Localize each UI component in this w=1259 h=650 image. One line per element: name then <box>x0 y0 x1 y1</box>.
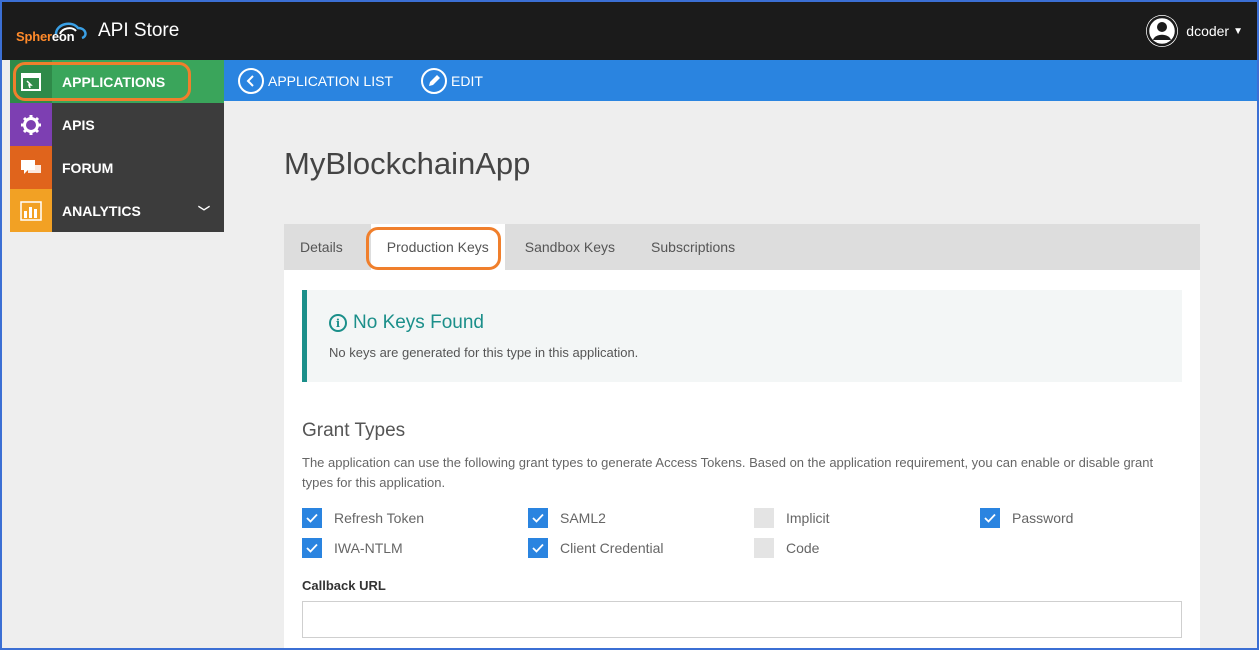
grant-refresh-token[interactable]: Refresh Token <box>302 508 528 528</box>
callback-url-label: Callback URL <box>302 578 386 593</box>
grant-saml2[interactable]: SAML2 <box>528 508 754 528</box>
application-list-button[interactable]: APPLICATION LIST <box>238 67 393 94</box>
sidebar-item-forum[interactable]: FORUM <box>10 146 224 189</box>
tab-sandbox-keys[interactable]: Sandbox Keys <box>525 239 615 255</box>
user-name: dcoder <box>1186 23 1230 39</box>
grant-types-heading: Grant Types <box>302 420 406 441</box>
site-title: API Store <box>98 20 180 41</box>
grant-types-row-2: IWA-NTLM Client Credential Code <box>302 538 980 558</box>
checkbox-checked-icon[interactable] <box>528 508 548 528</box>
chevron-down-icon: ﹀ <box>197 205 210 219</box>
user-avatar-icon <box>1146 15 1179 47</box>
bar-chart-icon <box>10 189 52 232</box>
sidebar: APPLICATIONS APIS FORUM ANALYTICS ﹀ <box>10 60 224 232</box>
notice-title: i No Keys Found <box>329 312 484 334</box>
sphereon-logo: Sphereon <box>16 16 90 46</box>
grant-label: IWA-NTLM <box>334 540 403 556</box>
top-navbar: Sphereon API Store dcoder ▼ <box>2 2 1257 60</box>
edit-button[interactable]: EDIT <box>421 67 483 94</box>
sidebar-item-label: APIS <box>62 116 95 133</box>
notice-title-text: No Keys Found <box>353 312 484 333</box>
grant-client-credential[interactable]: Client Credential <box>528 538 754 558</box>
grant-implicit[interactable]: Implicit <box>754 508 980 528</box>
chat-bubble-icon <box>10 146 52 189</box>
user-menu[interactable]: dcoder ▼ <box>1146 14 1243 48</box>
sidebar-item-apis[interactable]: APIS <box>10 103 224 146</box>
page-title: MyBlockchainApp <box>284 146 531 181</box>
checkbox-checked-icon[interactable] <box>302 538 322 558</box>
sidebar-item-applications[interactable]: APPLICATIONS <box>10 60 224 103</box>
no-keys-notice: i No Keys Found No keys are generated fo… <box>302 290 1182 382</box>
sidebar-item-analytics[interactable]: ANALYTICS ﹀ <box>10 189 224 232</box>
brand[interactable]: Sphereon API Store <box>16 14 179 48</box>
grant-label: Implicit <box>786 510 830 526</box>
application-panel: Details Production Keys Sandbox Keys Sub… <box>284 224 1200 648</box>
grant-label: Code <box>786 540 820 556</box>
callback-url-input[interactable] <box>302 601 1182 638</box>
tab-bar: Details Production Keys Sandbox Keys Sub… <box>284 224 1200 270</box>
checkbox-checked-icon[interactable] <box>302 508 322 528</box>
application-window-icon <box>10 60 52 103</box>
caret-down-icon: ▼ <box>1233 25 1243 37</box>
application-list-label: APPLICATION LIST <box>268 72 393 89</box>
checkbox-unchecked-icon[interactable] <box>754 538 774 558</box>
sidebar-item-label: APPLICATIONS <box>62 73 166 90</box>
tab-production-keys[interactable]: Production Keys <box>370 224 505 270</box>
api-gear-icon <box>10 103 52 146</box>
action-bar: APPLICATION LIST EDIT <box>224 60 1257 101</box>
grant-label: SAML2 <box>560 510 606 526</box>
grant-types-row-1: Refresh Token SAML2 Implicit Password <box>302 508 1206 528</box>
grant-password[interactable]: Password <box>980 508 1206 528</box>
checkbox-checked-icon[interactable] <box>980 508 1000 528</box>
tab-subscriptions[interactable]: Subscriptions <box>651 239 735 255</box>
sidebar-item-label: FORUM <box>62 159 114 176</box>
tab-details[interactable]: Details <box>300 239 343 255</box>
info-icon: i <box>329 314 347 332</box>
checkbox-checked-icon[interactable] <box>528 538 548 558</box>
edit-label: EDIT <box>451 72 483 89</box>
app-frame: Sphereon API Store dcoder ▼ APPLICATIONS… <box>0 0 1259 650</box>
chevron-left-icon <box>238 67 264 94</box>
grant-types-description: The application can use the following gr… <box>302 455 1154 490</box>
notice-text: No keys are generated for this type in t… <box>329 345 639 360</box>
grant-code[interactable]: Code <box>754 538 980 558</box>
grant-label: Password <box>1012 510 1074 526</box>
grant-label: Client Credential <box>560 540 664 556</box>
pencil-icon <box>421 67 447 94</box>
grant-label: Refresh Token <box>334 510 425 526</box>
checkbox-unchecked-icon[interactable] <box>754 508 774 528</box>
grant-iwa-ntlm[interactable]: IWA-NTLM <box>302 538 528 558</box>
logo-wordmark: Sphereon <box>16 29 75 44</box>
